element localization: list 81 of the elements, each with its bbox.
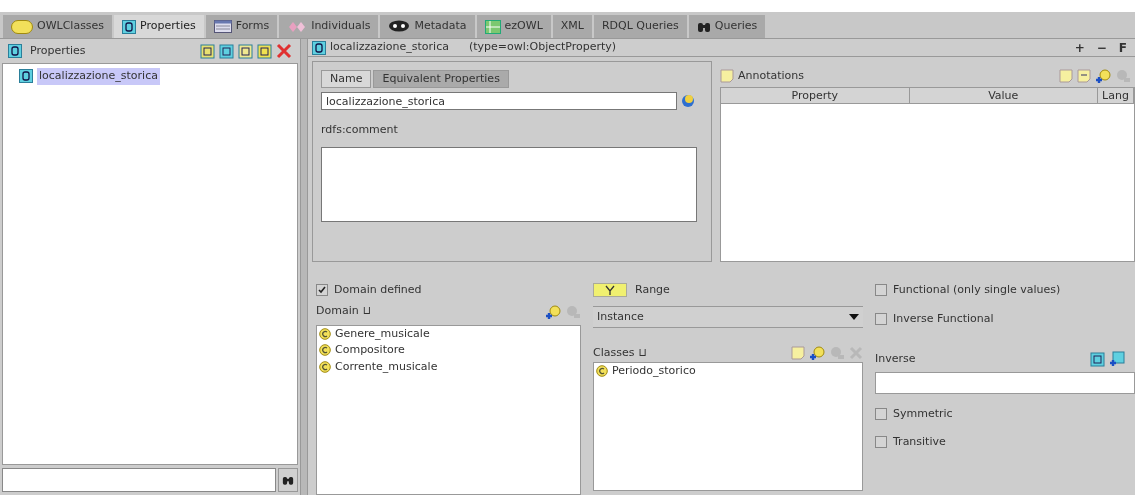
column-header[interactable]: Value	[909, 88, 1098, 103]
section-title: Range	[635, 281, 670, 298]
checkbox-label: Domain defined	[334, 282, 422, 298]
object-property-icon	[312, 40, 326, 55]
tab[interactable]: Properties	[114, 15, 204, 38]
union-symbol: ⊔	[638, 344, 648, 361]
name-field[interactable]: localizzazione_storica	[321, 92, 677, 110]
field-label: rdfs:comment	[321, 122, 399, 138]
checkbox[interactable]	[875, 407, 887, 420]
tree-item[interactable]: localizzazione_storica	[37, 68, 160, 85]
checkbox-label: Transitive	[893, 434, 946, 450]
property-badge-icon	[8, 44, 22, 58]
dropdown-arrow-icon	[849, 314, 859, 320]
range-dropdown[interactable]: Instance	[593, 306, 863, 328]
form-icon	[213, 20, 232, 33]
create-property-icon[interactable]	[257, 43, 272, 59]
header-button[interactable]: +	[1070, 38, 1089, 57]
tab[interactable]: RDQL Queries	[593, 15, 687, 38]
checkbox[interactable]	[875, 284, 887, 297]
header-button[interactable]: −	[1092, 38, 1111, 57]
create-property-icon[interactable]	[219, 43, 234, 59]
section-title: Annotations	[738, 67, 805, 84]
add-class-icon[interactable]	[809, 345, 825, 361]
tab[interactable]: Name	[321, 70, 372, 88]
add-property-icon[interactable]	[1109, 351, 1125, 368]
section-title: Domain	[316, 303, 359, 320]
binoculars-icon	[282, 474, 294, 486]
inverse-field[interactable]	[875, 371, 1135, 394]
union-symbol: ⊔	[362, 303, 372, 320]
property-name: localizzazione_storica	[330, 39, 449, 56]
metadata-icon	[388, 19, 411, 34]
class-icon	[319, 327, 331, 340]
delete-icon[interactable]	[276, 43, 292, 59]
diamond-icon	[287, 20, 308, 33]
checkbox[interactable]	[316, 284, 328, 297]
column-header[interactable]: Lang	[1098, 88, 1134, 103]
note-icon	[720, 69, 734, 83]
tab[interactable]: OWLClasses	[3, 15, 113, 38]
add-icon[interactable]	[1095, 68, 1111, 84]
section-title: Classes	[593, 344, 635, 361]
checkbox-label: Symmetric	[893, 405, 953, 422]
class-badge-icon	[11, 19, 33, 34]
list-item[interactable]: Corrente_musicale	[335, 358, 438, 375]
section-title: Inverse	[875, 351, 916, 367]
class-icon	[319, 344, 331, 357]
checkbox[interactable]	[875, 436, 887, 449]
class-icon	[596, 365, 608, 378]
object-property-icon	[19, 69, 33, 84]
tab[interactable]: Equivalent Properties	[373, 70, 509, 88]
search-field[interactable]	[2, 468, 276, 492]
create-property-icon[interactable]	[1090, 351, 1105, 367]
header-button[interactable]: F	[1114, 38, 1131, 57]
note-icon[interactable]	[1077, 69, 1091, 83]
column-header[interactable]: Property	[721, 88, 910, 103]
property-badge-icon	[122, 19, 137, 34]
checkbox[interactable]	[875, 312, 887, 325]
globe-icon[interactable]	[681, 94, 695, 108]
funnel-icon	[593, 283, 627, 297]
create-property-icon[interactable]	[200, 43, 215, 59]
grid-icon	[484, 19, 501, 34]
search-button[interactable]	[278, 468, 298, 492]
add-class-icon[interactable]	[545, 303, 561, 320]
checkbox-label: Inverse Functional	[893, 310, 994, 327]
tab[interactable]: Forms	[205, 15, 278, 38]
tab[interactable]: Queries	[688, 15, 766, 38]
list-item[interactable]: Compositore	[335, 342, 405, 359]
tab[interactable]: XML	[552, 15, 592, 38]
list-item[interactable]: Genere_musicale	[335, 325, 430, 342]
comment-field[interactable]	[321, 146, 697, 222]
list-item[interactable]: Periodo_storico	[612, 363, 696, 380]
note-icon[interactable]	[791, 346, 805, 360]
create-property-icon[interactable]	[238, 43, 253, 59]
tab[interactable]: Metadata	[380, 15, 475, 38]
note-icon[interactable]	[1059, 69, 1073, 83]
checkbox-label: Functional (only single values)	[893, 282, 1061, 298]
tab[interactable]: ezOWL	[476, 15, 551, 38]
tab[interactable]: Individuals	[279, 15, 379, 38]
property-type: (type=owl:ObjectProperty)	[468, 39, 617, 56]
binoculars-icon	[696, 20, 711, 33]
panel-title: Properties	[30, 42, 86, 59]
class-icon	[319, 360, 331, 373]
